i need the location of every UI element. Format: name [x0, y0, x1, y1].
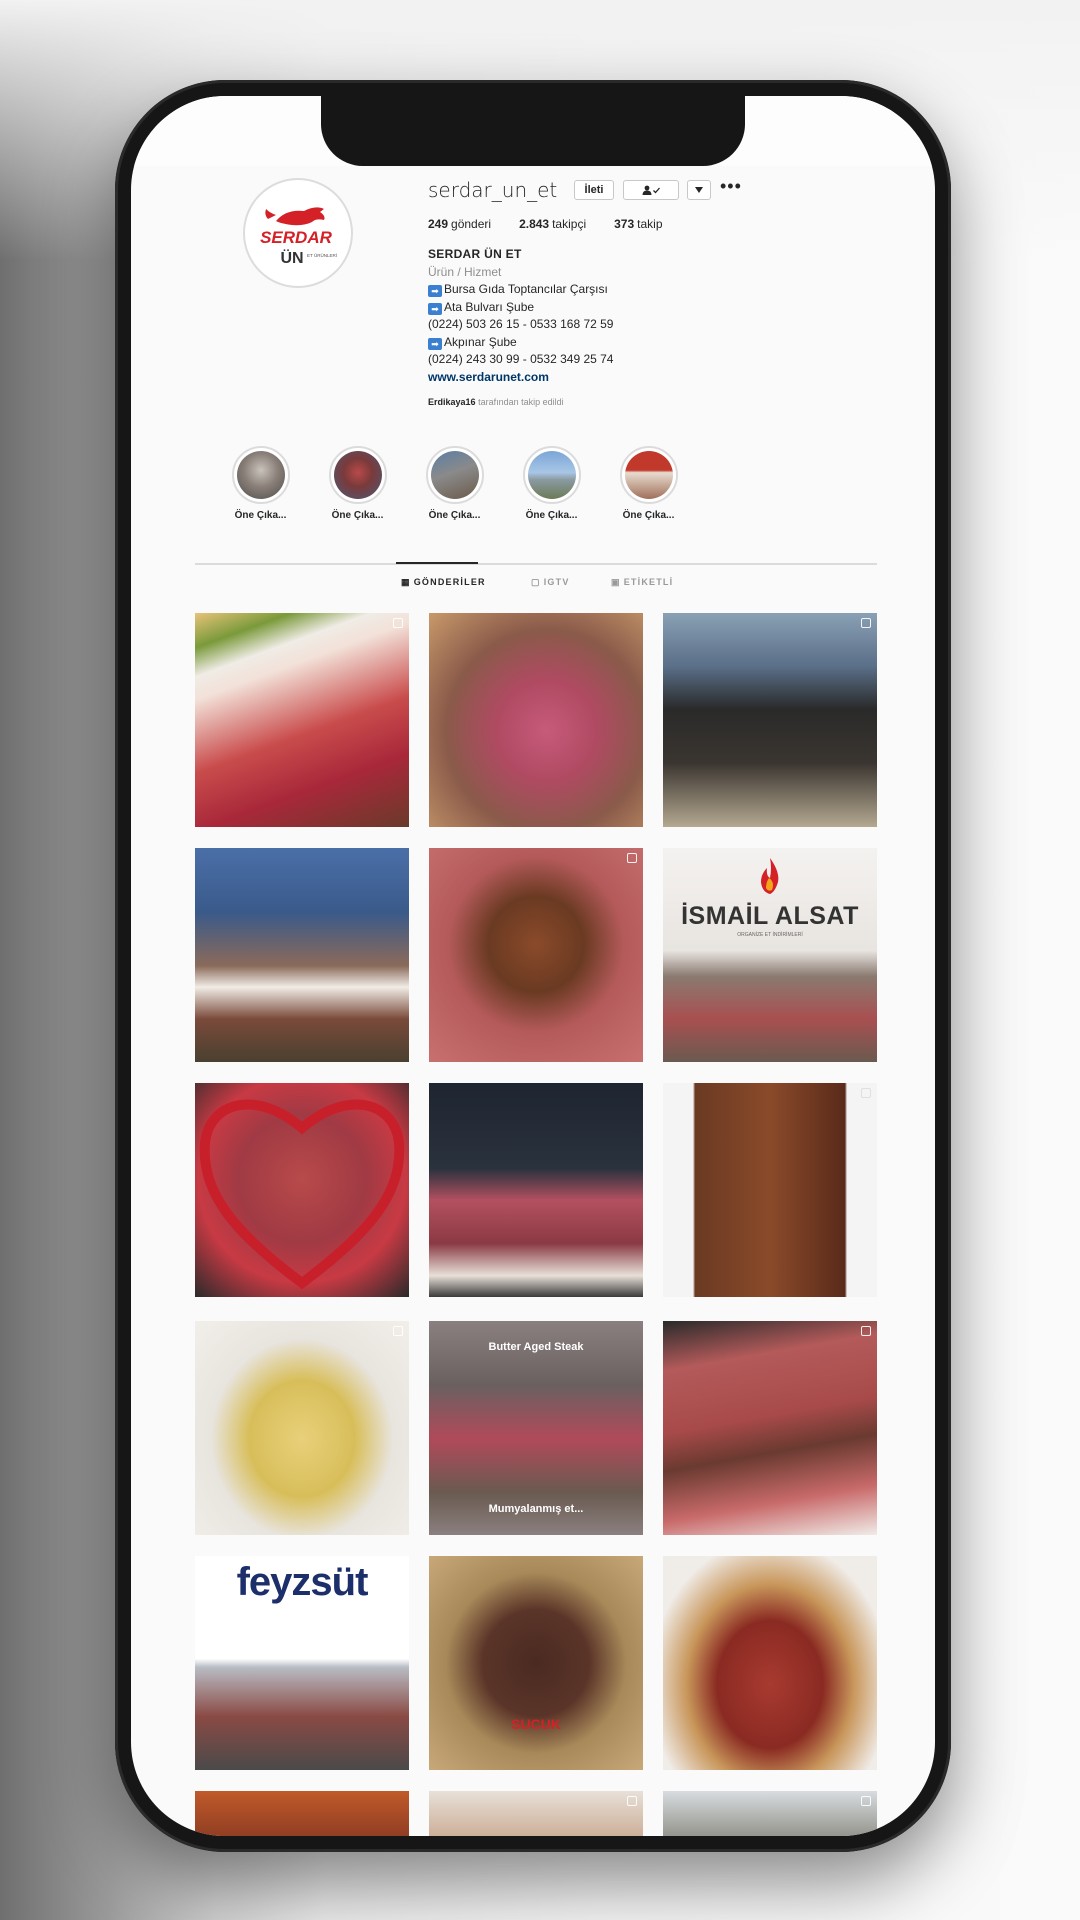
highlight-item[interactable]: Öne Çıka...	[318, 446, 397, 521]
bio-line: ➡ Bursa Gıda Toptancılar Çarşısı	[428, 281, 613, 299]
post-tile[interactable]	[663, 1321, 877, 1535]
brand-subtitle: ORGANİZE ET İNDİRİMLERİ	[737, 932, 803, 938]
post-tile[interactable]	[429, 613, 643, 827]
product-label: SUCUK	[511, 1716, 561, 1732]
profile-avatar[interactable]: SERDAR ÜN ET ÜRÜNLERİ	[243, 178, 353, 288]
story-title: Butter Aged Steak	[488, 1341, 584, 1353]
brand-logo-text: feyzsüt	[236, 1560, 369, 1604]
followers-stat[interactable]: 2.843 takipçi	[519, 217, 586, 231]
profile-tabs: ▦ GÖNDERİLER ▢ IGTV ▣ ETİKETLİ	[131, 571, 935, 595]
highlight-item[interactable]: Öne Çıka...	[609, 446, 688, 521]
post-tile[interactable]	[663, 1556, 877, 1770]
carousel-icon	[861, 1088, 871, 1098]
arrow-right-icon: ➡	[428, 302, 442, 315]
igtv-icon: ▢	[531, 577, 541, 587]
person-check-icon	[642, 185, 660, 195]
post-tile[interactable]	[195, 613, 409, 827]
flame-icon	[761, 858, 779, 894]
carousel-icon	[861, 1326, 871, 1336]
highlight-item[interactable]: Öne Çıka...	[221, 446, 300, 521]
tab-posts[interactable]: ▦ GÖNDERİLER	[401, 577, 486, 588]
post-tile[interactable]: SUCUK	[429, 1556, 643, 1770]
carousel-icon	[393, 1326, 403, 1336]
carousel-icon	[861, 618, 871, 628]
story-caption: Mumyalanmış et...	[488, 1503, 584, 1515]
post-tile[interactable]	[663, 1791, 877, 1836]
tab-igtv[interactable]: ▢ IGTV	[531, 577, 570, 588]
phone-screen: SERDAR ÜN ET ÜRÜNLERİ serdar_un_et İleti	[131, 96, 935, 1836]
svg-text:SERDAR: SERDAR	[260, 228, 333, 247]
post-tile[interactable]: feyzsüt	[195, 1556, 409, 1770]
highlight-item[interactable]: Öne Çıka...	[415, 446, 494, 521]
more-options-icon[interactable]: •••	[720, 176, 742, 197]
post-tile[interactable]	[195, 848, 409, 1062]
suggestions-dropdown-button[interactable]	[687, 180, 711, 200]
post-tile[interactable]	[195, 1791, 409, 1836]
chevron-down-icon	[695, 187, 703, 193]
grid-icon: ▦	[401, 577, 411, 587]
bio-category: Ürün / Hizmet	[428, 264, 502, 279]
brand-title: İSMAİL ALSAT	[681, 902, 859, 930]
profile-bio: SERDAR ÜN ET Ürün / Hizmet ➡ Bursa Gıda T…	[428, 246, 613, 386]
arrow-right-icon: ➡	[428, 337, 442, 350]
post-tile[interactable]	[429, 848, 643, 1062]
followed-by-text[interactable]: Erdikaya16 tarafından takip edildi	[428, 397, 564, 407]
tabs-divider	[195, 563, 877, 565]
carousel-icon	[627, 853, 637, 863]
carousel-icon	[627, 1796, 637, 1806]
bio-line: (0224) 243 30 99 - 0532 349 25 74	[428, 352, 614, 366]
post-tile[interactable]	[195, 1321, 409, 1535]
post-tile[interactable]	[429, 1083, 643, 1297]
profile-username: serdar_un_et	[428, 178, 558, 202]
active-tab-indicator	[396, 562, 478, 564]
arrow-right-icon: ➡	[428, 285, 442, 297]
post-tile[interactable]	[663, 613, 877, 827]
posts-stat[interactable]: 249 gönderi	[428, 217, 491, 231]
bio-line: (0224) 503 26 15 - 0533 168 72 59	[428, 317, 614, 331]
tab-tagged[interactable]: ▣ ETİKETLİ	[611, 577, 673, 588]
phone-frame: SERDAR ÜN ET ÜRÜNLERİ serdar_un_et İleti	[115, 80, 951, 1852]
post-tile[interactable]	[195, 1083, 409, 1297]
bio-website-link[interactable]: www.serdarunet.com	[428, 369, 613, 387]
bio-line: ➡ Ata Bulvarı Şube	[428, 299, 613, 317]
post-tile[interactable]	[429, 1791, 643, 1836]
carousel-icon	[861, 1796, 871, 1806]
following-stat[interactable]: 373 takip	[614, 217, 662, 231]
heart-tray-shape	[199, 1099, 405, 1290]
bio-line: ➡ Akpınar Şube	[428, 334, 613, 352]
svg-text:ET ÜRÜNLERİ: ET ÜRÜNLERİ	[307, 252, 337, 258]
post-tile[interactable]	[663, 1083, 877, 1297]
message-button[interactable]: İleti	[574, 180, 614, 200]
phone-notch	[321, 96, 745, 166]
carousel-icon	[393, 618, 403, 628]
profile-stats: 249 gönderi 2.843 takipçi 373 takip	[428, 217, 685, 231]
bio-name: SERDAR ÜN ET	[428, 247, 522, 261]
following-button[interactable]	[623, 180, 679, 200]
highlight-item[interactable]: Öne Çıka...	[512, 446, 591, 521]
post-tile[interactable]: İSMAİL ALSAT ORGANİZE ET İNDİRİMLERİ	[663, 848, 877, 1062]
svg-text:ÜN: ÜN	[280, 248, 303, 267]
post-tile[interactable]: Butter Aged Steak Mumyalanmış et...	[429, 1321, 643, 1535]
tagged-icon: ▣	[611, 577, 621, 587]
serdar-un-logo: SERDAR ÜN ET ÜRÜNLERİ	[246, 181, 350, 285]
story-highlights: Öne Çıka... Öne Çıka... Öne Çıka... Öne …	[221, 446, 706, 521]
